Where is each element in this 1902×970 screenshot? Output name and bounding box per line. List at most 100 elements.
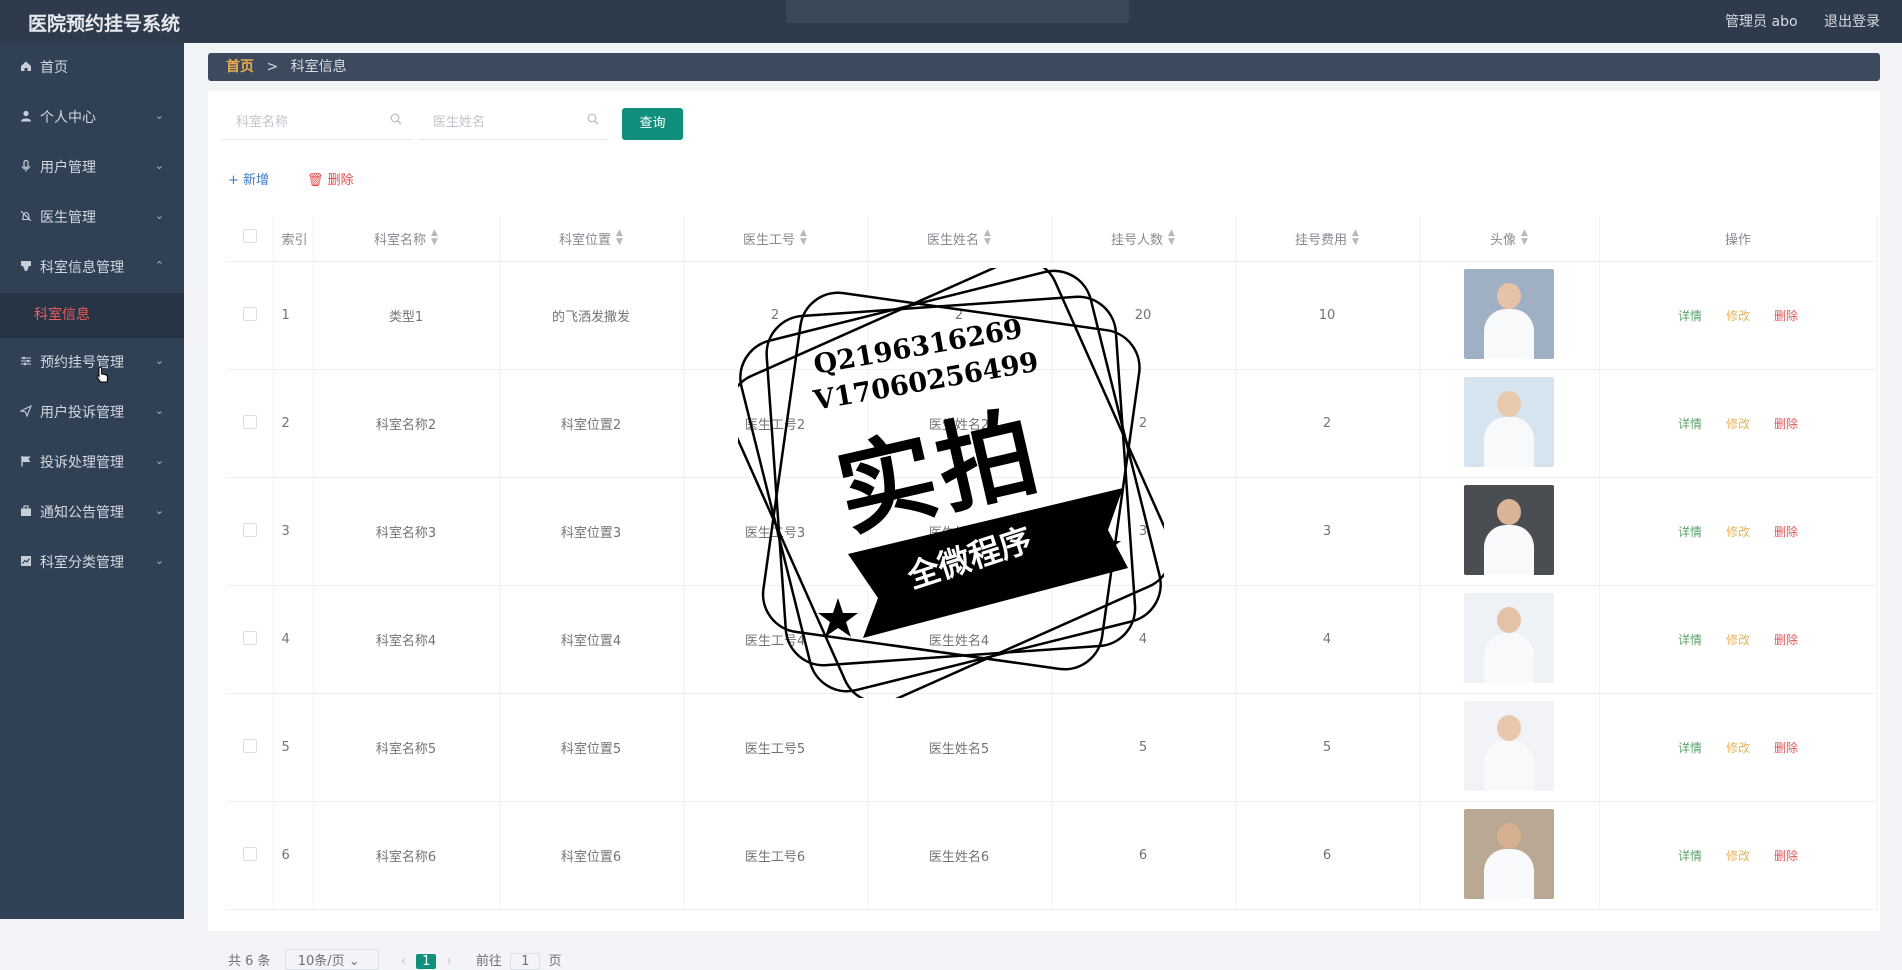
dept-name-input[interactable]: [222, 104, 398, 140]
cell-index: 2: [273, 369, 314, 478]
cell-operations: 详情 修改 删除: [1599, 585, 1878, 694]
cell-count: 6: [1051, 801, 1236, 910]
breadcrumb-home[interactable]: 首页: [226, 59, 254, 75]
logout-link[interactable]: 退出登录: [1824, 14, 1880, 30]
avatar-head: [1497, 498, 1521, 525]
header-label: 科室名称: [374, 232, 427, 248]
delete-button[interactable]: 删除: [1774, 849, 1798, 863]
edit-button[interactable]: 修改: [1726, 309, 1750, 323]
edit-button[interactable]: 修改: [1726, 417, 1750, 431]
header-fee[interactable]: 挂号费用 ▲ ▼: [1235, 215, 1420, 262]
header-dept-name[interactable]: 科室名称 ▲ ▼: [313, 215, 500, 262]
avatar-head: [1497, 606, 1521, 633]
chevron-down-icon: ⌄: [154, 554, 164, 567]
sidebar-item-dept-category-management[interactable]: 科室分类管理 ⌄: [0, 538, 184, 588]
cup-icon: [18, 243, 34, 293]
avatar-head: [1497, 282, 1521, 309]
chevron-down-icon: ⌄: [348, 954, 360, 969]
sidebar-item-home[interactable]: 首页: [0, 43, 184, 93]
cell-operations: 详情 修改 删除: [1599, 801, 1878, 910]
sidebar-item-complaint-handling[interactable]: 投诉处理管理 ⌄: [0, 438, 184, 488]
user-label[interactable]: 管理员 abo: [1725, 14, 1797, 30]
row-checkbox-cell: [227, 801, 274, 910]
row-checkbox[interactable]: [242, 738, 257, 753]
header-label: 科室位置: [559, 232, 612, 248]
sidebar-item-notice-management[interactable]: 通知公告管理 ⌄: [0, 488, 184, 538]
row-checkbox-cell: [227, 693, 274, 802]
chevron-down-icon: ⌄: [154, 209, 164, 222]
delete-button[interactable]: 删除: [1774, 525, 1798, 539]
header-count[interactable]: 挂号人数 ▲ ▼: [1051, 215, 1236, 262]
sidebar-item-label: 投诉处理管理: [40, 455, 124, 471]
cell-dept-name: 科室名称5: [313, 693, 500, 802]
cell-location: 科室位置5: [499, 693, 684, 802]
detail-button[interactable]: 详情: [1678, 417, 1702, 431]
add-button[interactable]: + 新增: [228, 169, 269, 188]
row-checkbox[interactable]: [242, 306, 257, 321]
sidebar-item-label: 科室分类管理: [40, 555, 124, 571]
sidebar-item-doctor-management[interactable]: 医生管理 ⌄: [0, 193, 184, 243]
breadcrumb: 首页 > 科室信息: [208, 53, 1880, 81]
cell-fee: 5: [1235, 693, 1420, 802]
sidebar-item-dept-info-management[interactable]: 科室信息管理 ⌃: [0, 243, 184, 293]
avatar-body: [1484, 308, 1534, 359]
doctor-name-input[interactable]: [419, 104, 595, 140]
delete-button[interactable]: 删除: [1774, 741, 1798, 755]
avatar-body: [1484, 524, 1534, 575]
sidebar-item-complaint-management[interactable]: 用户投诉管理 ⌄: [0, 388, 184, 438]
delete-button[interactable]: 删除: [1774, 309, 1798, 323]
cell-avatar: [1419, 261, 1600, 370]
row-checkbox-cell: [227, 369, 274, 478]
query-button[interactable]: 查询: [622, 108, 683, 140]
avatar[interactable]: [1464, 592, 1554, 683]
header-index: 索引: [273, 215, 314, 262]
detail-button[interactable]: 详情: [1678, 741, 1702, 755]
edit-button[interactable]: 修改: [1726, 525, 1750, 539]
cell-location: 科室位置4: [499, 585, 684, 694]
row-checkbox[interactable]: [242, 846, 257, 861]
sidebar-subitem-dept-info[interactable]: 科室信息: [0, 293, 184, 338]
select-all-checkbox[interactable]: [242, 229, 257, 243]
header-doctor-no[interactable]: 医生工号 ▲ ▼: [683, 215, 868, 262]
batch-delete-button[interactable]: 🗑 删除: [307, 169, 354, 188]
edit-button[interactable]: 修改: [1726, 633, 1750, 647]
header-doctor-name[interactable]: 医生姓名 ▲ ▼: [867, 215, 1052, 262]
cell-operations: 详情 修改 删除: [1599, 477, 1878, 586]
row-checkbox[interactable]: [242, 414, 257, 429]
page-number-current[interactable]: 1: [416, 954, 437, 969]
detail-button[interactable]: 详情: [1678, 525, 1702, 539]
row-checkbox[interactable]: [242, 522, 257, 537]
detail-button[interactable]: 详情: [1678, 849, 1702, 863]
sidebar-item-personal-center[interactable]: 个人中心 ⌄: [0, 93, 184, 143]
detail-button[interactable]: 详情: [1678, 633, 1702, 647]
avatar[interactable]: [1464, 268, 1554, 359]
next-page-button[interactable]: ›: [447, 954, 452, 969]
sidebar-item-user-management[interactable]: 用户管理 ⌄: [0, 143, 184, 193]
avatar[interactable]: [1464, 808, 1554, 899]
header-operations: 操作: [1599, 215, 1878, 262]
goto-input[interactable]: 1: [510, 953, 541, 970]
row-checkbox[interactable]: [242, 630, 257, 645]
edit-button[interactable]: 修改: [1726, 849, 1750, 863]
avatar[interactable]: [1464, 376, 1554, 467]
bell-slash-icon: [18, 193, 34, 243]
header-location[interactable]: 科室位置 ▲ ▼: [499, 215, 684, 262]
cell-fee: 10: [1235, 261, 1420, 370]
prev-page-button[interactable]: ‹: [401, 954, 406, 969]
sidebar-item-appointment-management[interactable]: 预约挂号管理 ⌄: [0, 338, 184, 388]
detail-button[interactable]: 详情: [1678, 309, 1702, 323]
sidebar-item-label: 首页: [40, 60, 68, 76]
delete-button[interactable]: 删除: [1774, 633, 1798, 647]
cell-doctor-name: 医生姓名6: [867, 801, 1052, 910]
page-size-select[interactable]: 10条/页 ⌄: [284, 949, 379, 970]
cell-index: 3: [273, 477, 314, 586]
cell-fee: 2: [1235, 369, 1420, 478]
cell-avatar: [1419, 801, 1600, 910]
sidebar-item-label: 预约挂号管理: [40, 355, 124, 371]
delete-button[interactable]: 删除: [1774, 417, 1798, 431]
chevron-down-icon: ⌄: [154, 354, 164, 367]
edit-button[interactable]: 修改: [1726, 741, 1750, 755]
avatar[interactable]: [1464, 484, 1554, 575]
header-avatar[interactable]: 头像 ▲ ▼: [1419, 215, 1600, 262]
avatar[interactable]: [1464, 700, 1554, 791]
